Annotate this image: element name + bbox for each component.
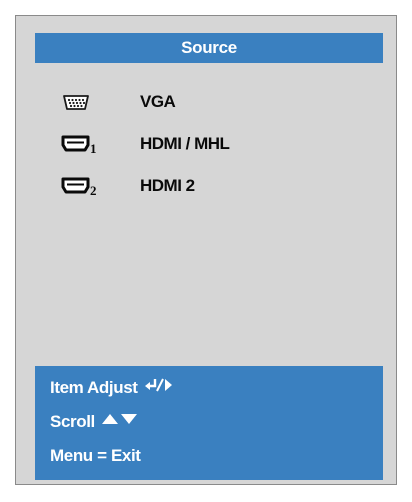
hdmi-2-icon: 2: [60, 174, 100, 198]
help-scroll: Scroll: [50, 410, 141, 434]
hdmi-1-icon: 1: [60, 132, 100, 156]
source-label: HDMI / MHL: [140, 134, 230, 153]
help-item-adjust-label: Item Adjust: [50, 378, 138, 397]
vga-port-icon: [60, 90, 100, 114]
help-menu-exit-label: Menu = Exit: [50, 446, 141, 465]
enter-right-icon: [144, 376, 178, 401]
menu-title: Source: [35, 33, 383, 63]
osd-menu: Source VGA 1 HDMI / MHL 2 HDMI 2 Item Ad…: [15, 15, 397, 485]
source-list: VGA 1 HDMI / MHL 2 HDMI 2: [35, 86, 383, 212]
help-item-adjust: Item Adjust: [50, 376, 178, 400]
source-item-hdmi-2[interactable]: 2 HDMI 2: [35, 170, 383, 212]
help-scroll-label: Scroll: [50, 412, 95, 431]
svg-text:1: 1: [90, 141, 97, 156]
source-item-hdmi-mhl[interactable]: 1 HDMI / MHL: [35, 128, 383, 170]
help-menu-exit: Menu = Exit: [50, 444, 141, 468]
source-item-vga[interactable]: VGA: [35, 86, 383, 128]
svg-text:2: 2: [90, 183, 97, 198]
up-down-arrows-icon: [101, 410, 141, 435]
source-label: VGA: [140, 92, 176, 111]
source-label: HDMI 2: [140, 176, 195, 195]
help-panel: Item Adjust Scroll Menu = Exit: [35, 366, 383, 480]
